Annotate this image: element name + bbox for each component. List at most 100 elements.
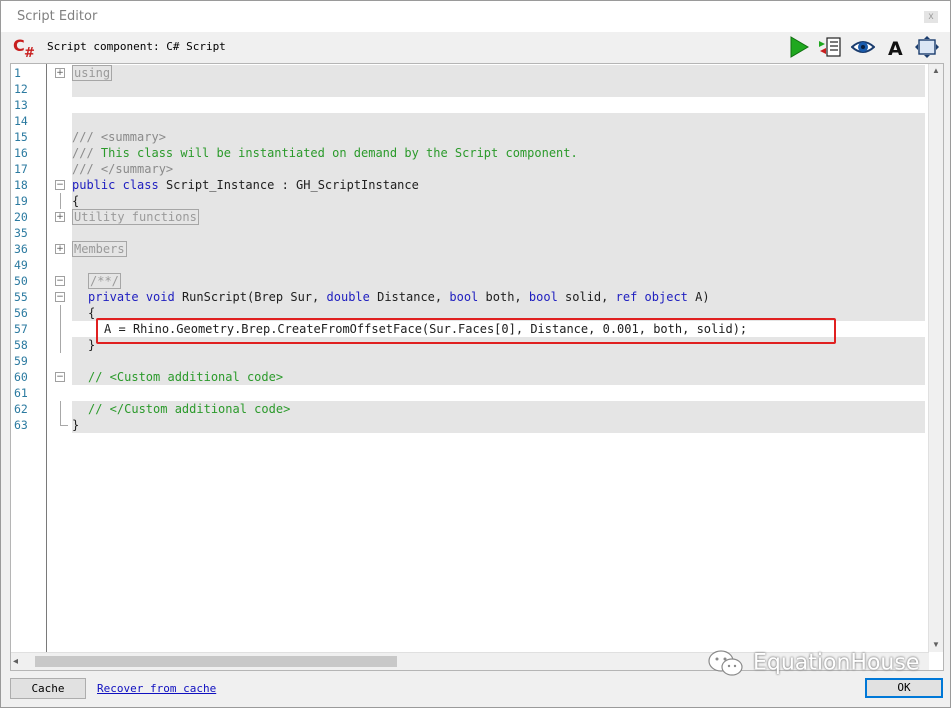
line-background	[72, 161, 925, 177]
line-number: 56	[14, 306, 28, 320]
line-number: 61	[14, 386, 28, 400]
collapse-icon[interactable]: −	[55, 372, 65, 382]
code-text: /// This class will be instantiated on d…	[72, 146, 578, 160]
code-line[interactable]: 57 A = Rhino.Geometry.Brep.CreateFromOffs…	[11, 321, 929, 337]
code-line[interactable]: 20 + Utility functions	[11, 209, 929, 225]
code-line[interactable]: 15 /// <summary>	[11, 129, 929, 145]
line-number: 49	[14, 258, 28, 272]
line-background	[72, 113, 925, 129]
toolbar: C # Script component: C# Script A	[1, 32, 950, 62]
line-background	[72, 241, 925, 257]
code-text: Utility functions	[72, 209, 199, 225]
code-text: }	[88, 338, 96, 352]
code-text: /**/	[88, 273, 121, 289]
fold-end	[60, 417, 68, 426]
expand-icon[interactable]: +	[55, 244, 65, 254]
csharp-logo-icon: C #	[13, 36, 35, 58]
code-line[interactable]: 36 + Members	[11, 241, 929, 257]
close-button[interactable]: x	[924, 11, 938, 23]
code-text: /// <summary>	[72, 130, 166, 144]
collapsed-region[interactable]: /**/	[88, 273, 121, 289]
collapsed-region[interactable]: Members	[72, 241, 127, 257]
line-number: 62	[14, 402, 28, 416]
watermark: EquationHouse	[706, 648, 919, 682]
vertical-scrollbar[interactable]: ▲ ▼	[928, 64, 943, 652]
code-line[interactable]: 17 /// </summary>	[11, 161, 929, 177]
line-number: 55	[14, 290, 28, 304]
collapsed-region[interactable]: using	[72, 65, 113, 81]
maximize-icon[interactable]	[915, 35, 939, 59]
code-line[interactable]: 63}	[11, 417, 929, 433]
svg-text:#: #	[24, 46, 35, 58]
code-text: /// </summary>	[72, 162, 174, 176]
collapse-icon[interactable]: −	[55, 292, 65, 302]
collapse-icon[interactable]: −	[55, 276, 65, 286]
fold-guide	[60, 305, 61, 321]
code-line[interactable]: 56 {	[11, 305, 929, 321]
scroll-left-arrow-icon[interactable]: ◂	[13, 656, 18, 667]
code-line[interactable]: 18 − public class Script_Instance : GH_Scr…	[11, 177, 929, 193]
code-line[interactable]: 13	[11, 97, 929, 113]
line-number: 1	[14, 66, 21, 80]
line-background	[72, 353, 925, 369]
code-line[interactable]: 58}	[11, 337, 929, 353]
line-background	[72, 273, 925, 289]
line-number: 16	[14, 146, 28, 160]
code-line[interactable]: 12	[11, 81, 929, 97]
horizontal-scroll-thumb[interactable]	[35, 656, 397, 667]
fold-guide	[60, 193, 61, 209]
script-editor-window: Script Editor x C # Script component: C#…	[0, 0, 951, 708]
code-text: // <Custom additional code>	[88, 370, 284, 384]
preview-eye-icon[interactable]	[851, 35, 875, 59]
watermark-text: EquationHouse	[753, 650, 920, 676]
line-number: 17	[14, 162, 28, 176]
line-background	[72, 417, 925, 433]
font-icon[interactable]: A	[884, 35, 908, 59]
code-line[interactable]: 35	[11, 225, 929, 241]
cache-button[interactable]: Cache	[10, 678, 86, 699]
code-line[interactable]: 16 /// This class will be instantiated on…	[11, 145, 929, 161]
fold-guide	[60, 401, 61, 417]
expand-icon[interactable]: +	[55, 68, 65, 78]
run-icon[interactable]	[787, 35, 811, 59]
line-background	[72, 193, 925, 209]
line-number: 18	[14, 178, 28, 192]
fold-guide	[60, 321, 61, 337]
code-text: A = Rhino.Geometry.Brep.CreateFromOffset…	[104, 322, 748, 336]
line-background	[72, 337, 925, 353]
code-line[interactable]: 59	[11, 353, 929, 369]
code-line[interactable]: 19 {	[11, 193, 929, 209]
svg-text:A: A	[888, 38, 903, 59]
code-line[interactable]: 49	[11, 257, 929, 273]
line-background	[72, 225, 925, 241]
collapsed-region[interactable]: Utility functions	[72, 209, 199, 225]
code-line[interactable]: 60 − // <Custom additional code>	[11, 369, 929, 385]
expand-icon[interactable]: +	[55, 212, 65, 222]
line-number: 59	[14, 354, 28, 368]
fold-guide	[60, 337, 61, 353]
code-line[interactable]: 14	[11, 113, 929, 129]
line-number: 60	[14, 370, 28, 384]
code-text: // </Custom additional code>	[88, 402, 291, 416]
line-background	[72, 209, 925, 225]
line-number: 36	[14, 242, 28, 256]
line-background	[72, 65, 925, 81]
line-number: 20	[14, 210, 28, 224]
window-title: Script Editor	[17, 9, 98, 24]
code-area[interactable]: 1 + using 12 13 14 15 /// <summary> 16 /// This c…	[11, 64, 929, 652]
code-text: }	[72, 418, 80, 432]
line-background	[72, 81, 925, 97]
code-line[interactable]: 55 − private void RunScript(Brep Sur, doub…	[11, 289, 929, 305]
code-line[interactable]: 50 − /**/	[11, 273, 929, 289]
scroll-up-arrow-icon[interactable]: ▲	[931, 66, 941, 76]
code-line[interactable]: 1 + using	[11, 65, 929, 81]
collapse-icon[interactable]: −	[55, 180, 65, 190]
scroll-down-arrow-icon[interactable]: ▼	[931, 640, 941, 650]
title-bar[interactable]: Script Editor x	[1, 1, 950, 32]
compile-log-icon[interactable]	[818, 35, 842, 59]
code-line[interactable]: 62 // </Custom additional code>	[11, 401, 929, 417]
code-line[interactable]: 61	[11, 385, 929, 401]
recover-from-cache-link[interactable]: Recover from cache	[97, 682, 216, 695]
code-editor[interactable]: 1 + using 12 13 14 15 /// <summary> 16 /// This c…	[10, 63, 944, 671]
code-text: Members	[72, 241, 127, 257]
